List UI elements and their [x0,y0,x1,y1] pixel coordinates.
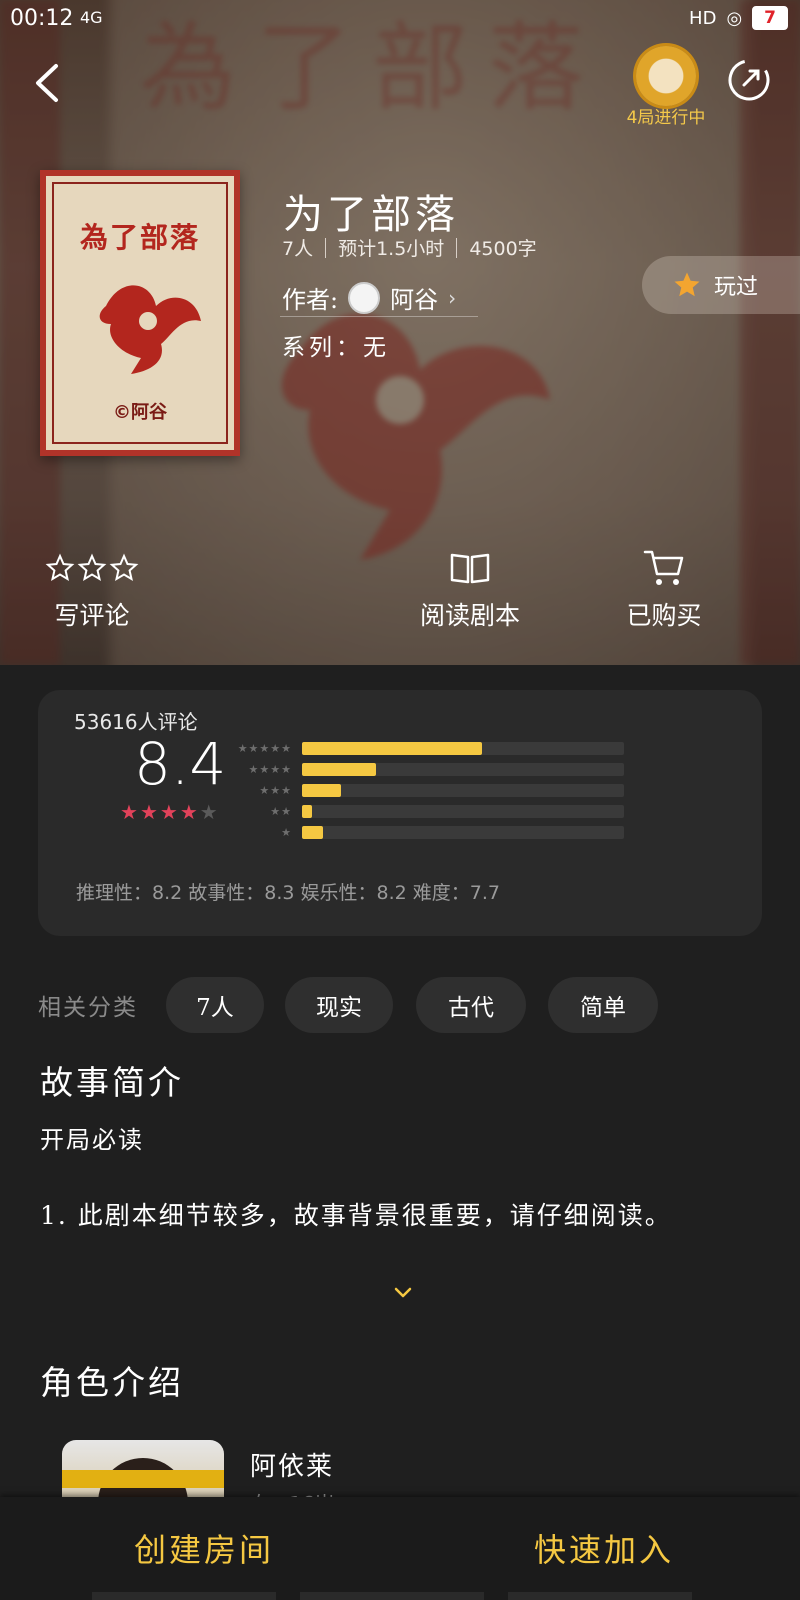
book-icon [410,548,530,588]
category-chip[interactable]: 7人 [166,977,264,1033]
share-icon[interactable] [724,55,774,105]
star-level-icon: ★ [281,826,292,839]
played-label: 玩过 [714,275,759,300]
purchased-label: 已购买 [626,601,702,630]
hd-icon: HD [689,7,717,29]
back-arrow-icon[interactable] [28,58,68,108]
author-link[interactable]: 作者: 阿谷 › [282,280,456,315]
author-avatar [348,281,381,314]
filled-star-icon: ★ [120,800,140,824]
rating-bar-fill [302,784,341,797]
cover-title: 為了部落 [79,221,200,254]
battery-icon: 7 [752,6,788,30]
script-cover[interactable]: 為了部落 ©阿谷 [40,170,240,456]
rating-bar-row: ★★★★ [212,759,624,780]
cart-icon [606,548,722,588]
rating-bar-track [302,763,624,776]
author-label: 作者: [282,286,339,314]
empty-stars-icon [42,548,142,588]
duration: 预计1.5小时 [338,238,445,260]
rating-bar-row: ★★ [212,801,624,822]
divider [280,316,478,317]
series-info: 系列：无 [282,335,390,361]
rating-bar-row: ★★★★★ [212,738,624,759]
rating-bar-fill [302,742,483,755]
read-script-button[interactable]: 阅读剧本 [410,548,530,632]
star-level-icon: ★★ [270,805,292,818]
player-count: 7人 [282,238,314,260]
category-chip[interactable]: 现实 [285,977,393,1033]
medal-caption[interactable]: 4局进行中 [608,103,724,128]
filled-star-icon: ★ [139,800,160,824]
rating-card[interactable]: 53616人评论 8.4 ★★★★★ ★★★★★ ★★★★ ★★★ ★★ ★ 推理性：8… [38,690,762,936]
category-chip[interactable]: 简单 [548,977,658,1033]
write-review-label: 写评论 [54,601,130,630]
lock-icon: ◎ [726,7,743,29]
read-script-label: 阅读剧本 [419,601,520,630]
cover-author: ©阿谷 [113,402,167,423]
played-button[interactable]: 玩过 [642,256,800,314]
star-level-icon: ★★★ [259,784,292,797]
filled-star-icon: ★ [179,800,200,824]
write-review-button[interactable]: 写评论 [42,548,142,632]
rating-bar-track [302,784,624,797]
word-count: 4500字 [469,238,537,260]
purchased-button[interactable]: 已购买 [606,548,722,632]
script-meta: 7人 预计1.5小时 4500字 [282,234,537,261]
status-time: 00:12 [10,6,74,31]
role-name[interactable]: 阿依莱 [250,1446,334,1483]
category-label: 相关分类 [38,995,138,1021]
rating-bar-fill [302,826,323,839]
rating-bar-fill [302,805,312,818]
create-room-button[interactable]: 创建房间 [134,1525,274,1571]
rating-bar-row: ★★★ [212,780,624,801]
sub-scores: 推理性：8.2 故事性：8.3 娱乐性：8.2 难度：7.7 [76,882,500,904]
story-text: 1. 此剧本细节较多，故事背景很重要，请仔细阅读。 [40,1201,672,1230]
must-read-label: 开局必读 [40,1126,144,1154]
rating-bar-track [302,826,624,839]
game-progress-medal-icon[interactable] [636,46,696,106]
chevron-right-icon: › [448,285,457,310]
rating-bar-row: ★ [212,822,624,843]
roles-heading: 角色介绍 [40,1363,184,1402]
quick-join-button[interactable]: 快速加入 [534,1525,674,1571]
rating-bar-fill [302,763,377,776]
star-icon [674,272,700,297]
rating-distribution: ★★★★★ ★★★★ ★★★ ★★ ★ [212,738,624,843]
phoenix-emblem-icon [99,285,201,374]
category-chip[interactable]: 古代 [416,977,526,1033]
author-name: 阿谷 [390,286,439,314]
rating-bar-track [302,742,624,755]
signal-icon: 4G [80,8,103,27]
rating-bar-track [302,805,624,818]
bottom-action-bar: 创建房间 快速加入 [0,1497,800,1600]
script-title: 为了部落 [283,192,459,238]
star-level-icon: ★★★★ [248,763,292,776]
status-bar: 00:12 4G HD ◎ 7 [0,0,800,40]
story-heading: 故事简介 [40,1063,184,1102]
star-level-icon: ★★★★★ [237,742,292,755]
filled-star-icon: ★ [159,800,180,824]
chevron-down-icon[interactable] [393,1286,413,1300]
rating-stars: ★★★★★ [120,800,220,824]
